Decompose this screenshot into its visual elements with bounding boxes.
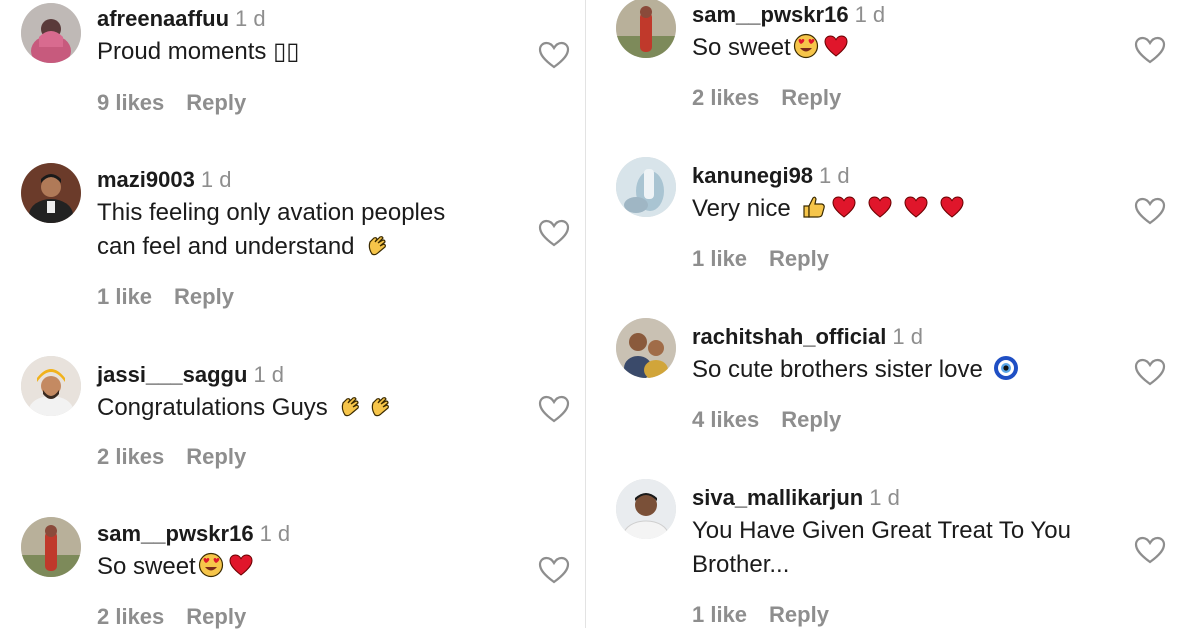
like-heart-icon[interactable] [1133,355,1167,389]
avatar[interactable] [21,356,81,416]
clapping-hands-icon [365,232,391,258]
reply-button[interactable]: Reply [781,85,841,110]
comment-text-content: So sweet [692,34,791,61]
timestamp: 1 d [869,485,900,510]
like-count[interactable]: 2 likes [692,85,759,110]
username[interactable]: siva_mallikarjun [692,485,863,510]
like-heart-icon[interactable] [1133,33,1167,67]
timestamp: 1 d [892,324,923,349]
avatar[interactable] [21,3,81,63]
like-heart-icon[interactable] [537,553,571,587]
reply-button[interactable]: Reply [769,602,829,627]
comment-actions: 2 likes Reply [692,85,841,111]
reply-button[interactable]: Reply [781,407,841,432]
comment-text: Congratulations Guys [97,391,505,425]
comment-text-content: Very nice [692,195,791,222]
red-heart-icon [903,194,929,220]
comment-text: Very nice [692,192,1120,226]
comment-body: afreenaaffuu 1 d Proud moments ▯▯ [97,5,505,69]
like-heart-icon[interactable] [1133,194,1167,228]
comment-text: You Have Given Great Treat To You Brothe… [692,514,1120,582]
comment-actions: 1 like Reply [97,284,234,310]
comment-text-line: Brother... [692,551,790,578]
comment-text: So cute brothers sister love [692,353,1120,387]
username[interactable]: sam__pwskr16 [97,521,254,546]
comment-actions: 9 likes Reply [97,90,246,116]
avatar[interactable] [616,157,676,217]
clapping-hands-icon [338,393,364,419]
comment-text: Proud moments ▯▯ [97,35,505,69]
comment-actions: 2 likes Reply [97,604,246,630]
comment-body: sam__pwskr16 1 d So sweet [692,1,1120,65]
like-heart-icon[interactable] [537,216,571,250]
timestamp: 1 d [259,521,291,546]
reply-button[interactable]: Reply [174,284,234,309]
thumbs-up-icon [801,194,827,220]
comment-body: sam__pwskr16 1 d So sweet [97,520,505,584]
like-count[interactable]: 2 likes [97,444,164,469]
comment-text-content: Congratulations Guys [97,394,328,421]
comment-body: rachitshah_official 1 d So cute brothers … [692,323,1120,387]
username[interactable]: jassi___saggu [97,362,247,387]
nazar-amulet-icon [993,355,1019,381]
heart-eyes-face-icon [793,33,819,59]
comment-text-line: You Have Given Great Treat To You [692,517,1071,544]
timestamp: 1 d [854,2,886,27]
like-count[interactable]: 4 likes [692,407,759,432]
comment-text-line: can feel and understand [97,233,355,260]
like-count[interactable]: 2 likes [97,604,164,629]
heart-eyes-face-icon [198,552,224,578]
comments-column-right: sam__pwskr16 1 d So sweet 2 likes Reply ka… [596,0,1200,628]
timestamp: 1 d [235,6,266,31]
username[interactable]: kanunegi98 [692,163,813,188]
comment-text-content: So sweet [97,553,196,580]
avatar[interactable] [616,318,676,378]
like-count[interactable]: 1 like [692,602,747,627]
reply-button[interactable]: Reply [186,604,246,629]
like-heart-icon[interactable] [1133,533,1167,567]
comment-actions: 1 like Reply [692,246,829,272]
like-count[interactable]: 1 like [692,246,747,271]
comments-column-left: afreenaaffuu 1 d Proud moments ▯▯ 9 likes… [0,0,585,630]
avatar[interactable] [616,479,676,539]
reply-button[interactable]: Reply [186,444,246,469]
comment-text: This feeling only avation peoples can fe… [97,196,505,264]
username[interactable]: rachitshah_official [692,324,886,349]
comment-text: So sweet [692,31,1120,65]
comment-body: siva_mallikarjun 1 d You Have Given Great… [692,484,1120,582]
timestamp: 1 d [819,163,850,188]
red-heart-icon [939,194,965,220]
reply-button[interactable]: Reply [769,246,829,271]
like-heart-icon[interactable] [537,392,571,426]
red-heart-icon [831,194,857,220]
comment-text: So sweet [97,550,505,584]
comment-actions: 2 likes Reply [97,444,246,470]
reply-button[interactable]: Reply [186,90,246,115]
comment-text-content: So cute brothers sister love [692,356,983,383]
username[interactable]: mazi9003 [97,167,195,192]
comment-actions: 1 like Reply [692,602,829,628]
comment-body: mazi9003 1 d This feeling only avation pe… [97,166,505,264]
comment-body: kanunegi98 1 d Very nice [692,162,1120,226]
red-heart-icon [867,194,893,220]
avatar[interactable] [21,517,81,577]
comment-text-content: Proud moments ▯▯ [97,38,300,65]
timestamp: 1 d [253,362,285,387]
username[interactable]: afreenaaffuu [97,6,229,31]
comment-body: jassi___saggu 1 d Congratulations Guys [97,361,505,425]
column-divider [585,0,586,628]
red-heart-icon [228,552,254,578]
like-count[interactable]: 1 like [97,284,152,309]
clapping-hands-icon [368,393,394,419]
red-heart-icon [823,33,849,59]
username[interactable]: sam__pwskr16 [692,2,849,27]
comment-text-line: This feeling only avation peoples [97,199,446,226]
like-count[interactable]: 9 likes [97,90,164,115]
avatar[interactable] [21,163,81,223]
avatar[interactable] [616,0,676,58]
timestamp: 1 d [200,167,232,192]
like-heart-icon[interactable] [537,38,571,72]
comment-actions: 4 likes Reply [692,407,841,433]
